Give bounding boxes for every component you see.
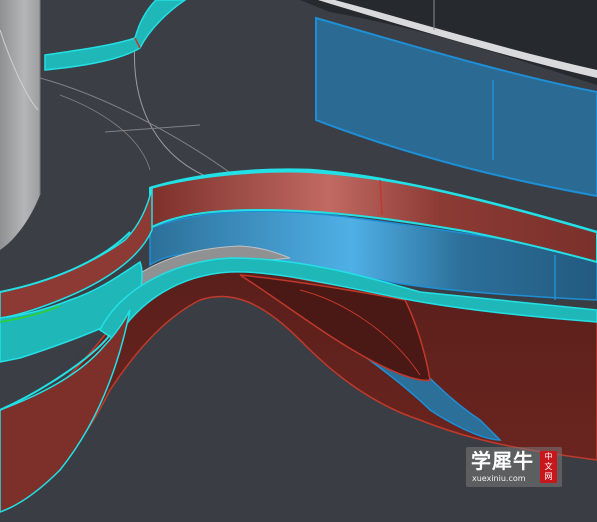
3d-model-render [0,0,597,522]
watermark-brand: 学犀牛 [471,449,534,473]
watermark-badge-char-3: 网 [544,472,553,481]
watermark-badge-char-1: 中 [544,452,553,461]
xuexiniu-watermark: 学犀牛 xuexiniu.com 中 文 网 [466,447,562,487]
rhino-viewport: 学犀牛 xuexiniu.com 中 文 网 [0,0,597,522]
watermark-badge: 中 文 网 [540,451,557,483]
watermark-url: xuexiniu.com [472,474,526,483]
watermark-badge-char-2: 文 [544,462,553,471]
